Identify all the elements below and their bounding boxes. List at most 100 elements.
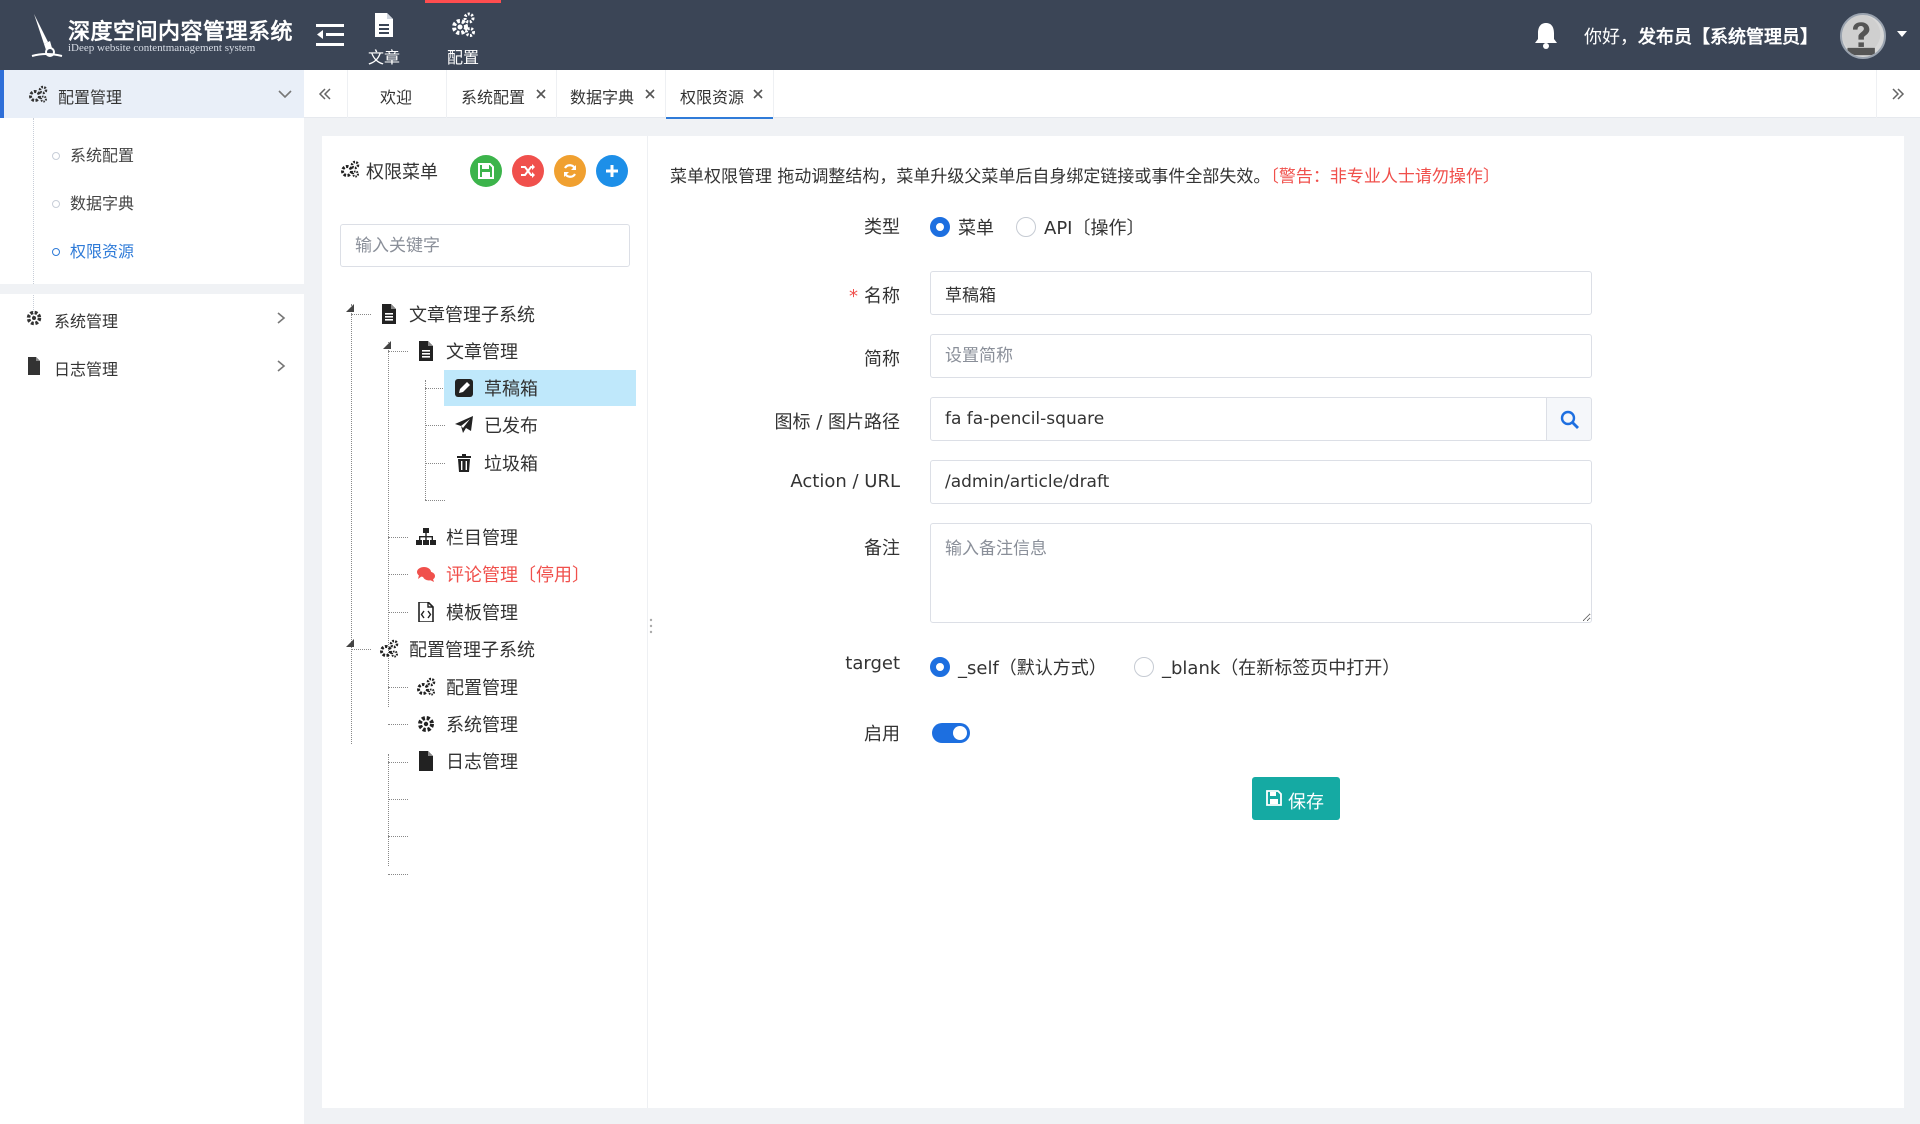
tree-refresh-button[interactable] <box>554 155 586 187</box>
avatar[interactable] <box>1840 13 1886 59</box>
sidebar-group-config[interactable]: 配置管理 <box>0 70 304 118</box>
sidebar-item-data-dict[interactable]: 数据字典 <box>70 190 134 214</box>
type-option-label[interactable]: 菜单 <box>958 214 994 240</box>
tree-connector <box>388 836 408 837</box>
tree-node-config-mgmt[interactable]: 配置管理 <box>416 669 616 705</box>
tree-node-config-subsystem[interactable]: 配置管理子系统 <box>379 631 609 667</box>
sidebar-group-label: 系统管理 <box>54 312 119 331</box>
nav-article[interactable]: 文章 <box>346 0 422 70</box>
target-radio-self[interactable] <box>930 657 950 677</box>
double-chevron-right-icon <box>1892 88 1905 100</box>
short-name-input[interactable] <box>930 334 1592 378</box>
tree-node-columns[interactable]: 栏目管理 <box>416 519 616 555</box>
caret-down-icon[interactable] <box>346 639 354 647</box>
tree-node-label: 配置管理子系统 <box>409 640 535 661</box>
tree-connector <box>425 388 445 389</box>
tree-node-published[interactable]: 已发布 <box>454 407 624 443</box>
tab-system-config[interactable]: 系统配置 <box>447 70 557 118</box>
tree-add-button[interactable] <box>596 155 628 187</box>
tree-node-drafts[interactable]: 草稿箱 <box>444 370 636 406</box>
bell-icon[interactable] <box>1533 21 1559 49</box>
double-chevron-left-icon <box>318 88 331 100</box>
tree-connector <box>388 612 408 613</box>
tree-node-label: 文章管理 <box>446 342 518 363</box>
gear-icon <box>418 716 434 732</box>
tab-welcome[interactable]: 欢迎 <box>348 70 447 118</box>
tree-connector <box>388 799 408 800</box>
tab-data-dict[interactable]: 数据字典 <box>557 70 666 118</box>
tree-title: 权限菜单 <box>366 162 438 183</box>
tree-node-label: 已发布 <box>484 416 538 437</box>
url-label: Action / URL <box>790 471 900 492</box>
tree-node-article-mgmt[interactable]: 文章管理 <box>416 333 616 369</box>
type-radio-api[interactable] <box>1016 217 1036 237</box>
tree-node-templates[interactable]: 模板管理 <box>416 594 616 630</box>
tree-search-input[interactable] <box>340 224 630 267</box>
random-icon <box>521 164 535 178</box>
close-icon[interactable] <box>644 88 656 100</box>
tab-label: 欢迎 <box>380 88 413 107</box>
sitemap-icon <box>416 528 436 545</box>
cogs-icon <box>29 85 48 103</box>
tree-node-system-mgmt[interactable]: 系统管理 <box>416 706 616 742</box>
tree-connector <box>388 754 389 866</box>
paper-plane-icon <box>455 416 473 433</box>
tree-node-label: 模板管理 <box>446 603 518 624</box>
plus-icon <box>606 165 618 177</box>
remark-textarea[interactable] <box>930 523 1592 623</box>
sidebar-toggle-icon[interactable] <box>316 22 344 48</box>
icon-search-button[interactable] <box>1546 397 1592 441</box>
tree-connector <box>425 500 445 501</box>
tree-node-log-mgmt[interactable]: 日志管理 <box>416 743 616 779</box>
save-button-label: 保存 <box>1288 792 1324 813</box>
tree-connector <box>351 314 371 315</box>
sidebar-group-system[interactable]: 系统管理 <box>0 294 304 342</box>
cogs-icon <box>417 677 436 696</box>
sidebar-group-label: 配置管理 <box>58 88 123 107</box>
type-option-label[interactable]: API〔操作〕 <box>1044 214 1144 240</box>
user-greeting[interactable]: 你好，发布员【系统管理员】 <box>1584 23 1818 49</box>
chevron-down-icon[interactable] <box>1896 30 1908 38</box>
tree-connector <box>388 762 408 763</box>
target-label: target <box>845 653 900 674</box>
tab-permissions[interactable]: 权限资源 <box>666 70 774 119</box>
tabs-scroll-right[interactable] <box>1876 70 1920 118</box>
short-name-label: 简称 <box>864 349 900 370</box>
top-bar: 深度空间内容管理系统 iDeep website contentmanageme… <box>0 0 1920 70</box>
enabled-label: 启用 <box>864 724 900 745</box>
tabs-scroll-left[interactable] <box>304 70 348 118</box>
target-option-label[interactable]: _blank（在新标签页中打开） <box>1162 654 1400 680</box>
caret-down-icon[interactable] <box>383 341 391 349</box>
save-button[interactable]: 保存 <box>1252 777 1340 820</box>
user-name: 发布员【系统管理员】 <box>1638 27 1818 48</box>
caret-down-icon[interactable] <box>346 304 354 312</box>
cogs-icon <box>452 12 475 37</box>
nav-config[interactable]: 配置 <box>425 0 501 70</box>
content-card: 权限菜单 输入关键字 文章管理子系统 文章管理 草稿箱 已发布 垃圾箱 栏目管理… <box>322 136 1904 1108</box>
sidebar-item-permissions[interactable]: 权限资源 <box>70 238 134 262</box>
sidebar-group-log[interactable]: 日志管理 <box>0 342 304 390</box>
close-icon[interactable] <box>752 88 764 100</box>
target-option-label[interactable]: _self（默认方式） <box>958 654 1107 680</box>
icon-path-input[interactable] <box>930 397 1548 441</box>
url-input[interactable] <box>930 460 1592 504</box>
tree-save-button[interactable] <box>470 155 502 187</box>
name-input[interactable] <box>930 271 1592 315</box>
pen-logo-icon <box>31 14 63 57</box>
close-icon[interactable] <box>535 88 547 100</box>
tree-node-trash[interactable]: 垃圾箱 <box>454 445 624 481</box>
tree-connector <box>388 874 408 875</box>
type-radio-menu[interactable] <box>930 217 950 237</box>
sidebar-item-system-config[interactable]: 系统配置 <box>70 142 134 166</box>
nav-article-label: 文章 <box>367 48 400 67</box>
tree-shuffle-button[interactable] <box>512 155 544 187</box>
tree-node-comments[interactable]: 评论管理〔停用〕 <box>416 556 616 592</box>
tree-node-label: 评论管理〔停用〕 <box>446 565 590 586</box>
app-logo[interactable]: 深度空间内容管理系统 iDeep website contentmanageme… <box>24 10 293 60</box>
tree-node-article-subsystem[interactable]: 文章管理子系统 <box>379 296 609 332</box>
target-radio-blank[interactable] <box>1134 657 1154 677</box>
enabled-toggle[interactable] <box>932 723 970 743</box>
sidebar-item-bullet <box>52 248 60 256</box>
sidebar-item-bullet <box>52 152 60 160</box>
tree-node-label: 垃圾箱 <box>484 454 538 475</box>
